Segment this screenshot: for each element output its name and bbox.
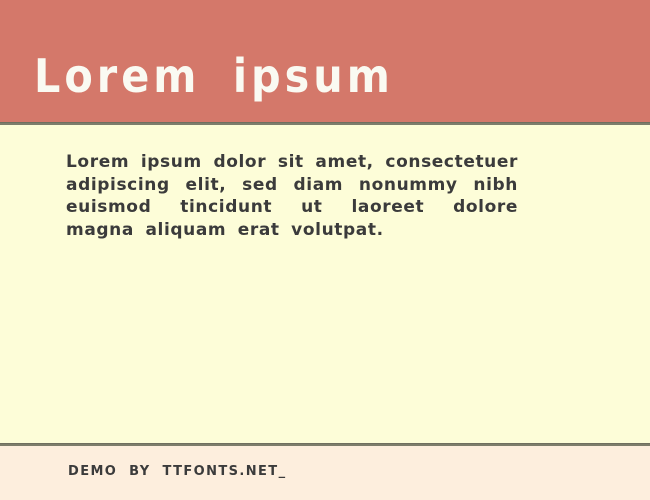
sample-paragraph: Lorem ipsum dolor sit amet, consectetuer… — [66, 152, 518, 240]
header-band: Lorem ipsum — [0, 0, 650, 122]
specimen-heading: Lorem ipsum — [34, 49, 394, 103]
footer-band: Demo by ttfonts.net_ — [0, 446, 650, 500]
footer-credit-text: Demo by ttfonts.net_ — [68, 464, 287, 479]
font-specimen-preview: Lorem ipsum Lorem ipsum dolor sit amet, … — [0, 0, 650, 500]
sample-text-panel: Lorem ipsum dolor sit amet, consectetuer… — [0, 125, 650, 443]
